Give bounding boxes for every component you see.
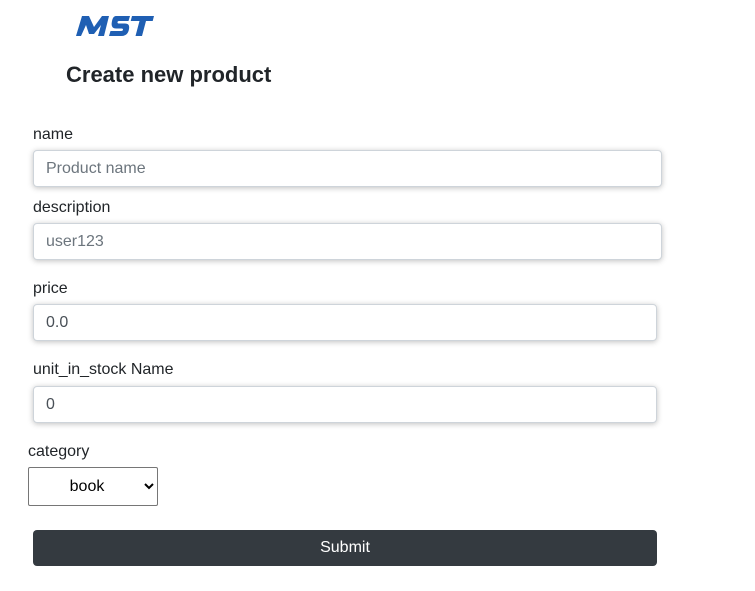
price-input[interactable] (33, 304, 657, 341)
page-title: Create new product (66, 62, 272, 87)
category-select[interactable]: book (28, 467, 158, 506)
name-input[interactable] (33, 150, 662, 187)
mst-logo-mark (76, 16, 154, 36)
description-label: description (33, 199, 111, 216)
name-label: name (33, 126, 74, 143)
category-label: category (28, 443, 90, 460)
mst-logo (76, 14, 154, 38)
description-input[interactable] (33, 223, 662, 260)
unit-in-stock-input[interactable] (33, 386, 657, 423)
unit-in-stock-label: unit_in_stock Name (33, 361, 174, 378)
price-label: price (33, 280, 68, 297)
submit-button[interactable]: Submit (33, 530, 657, 566)
